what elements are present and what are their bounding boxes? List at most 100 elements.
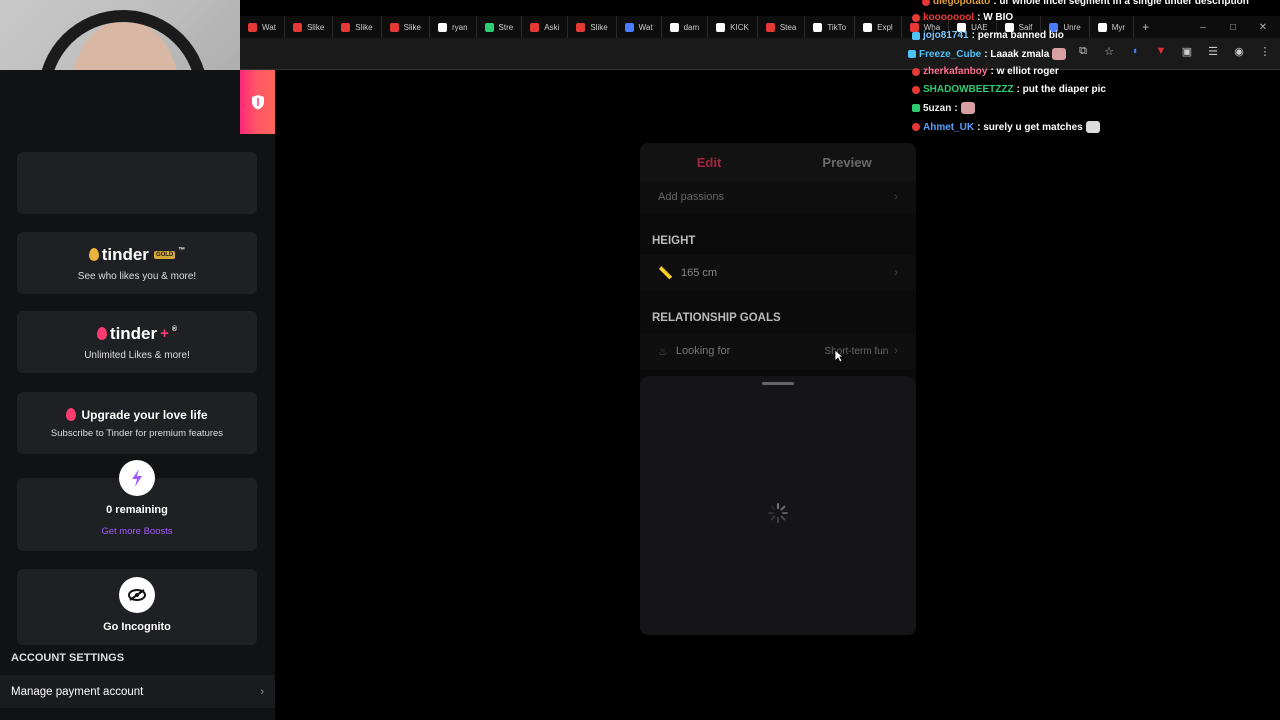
tab-title: Stea <box>779 22 797 32</box>
browser-tab[interactable]: Wat <box>240 16 285 38</box>
chat-username: 5uzan <box>923 102 952 114</box>
upgrade-card[interactable]: Upgrade your love life Subscribe to Tind… <box>17 392 257 454</box>
tinder-plus-card[interactable]: tinder + ® Unlimited Likes & more! <box>17 311 257 373</box>
height-row[interactable]: 📏 165 cm › <box>640 255 916 291</box>
tab-title: Slike <box>403 22 421 32</box>
looking-for-label: Looking for <box>675 345 731 357</box>
browser-tab[interactable]: ryan <box>430 16 477 38</box>
ruler-icon: 📏 <box>658 266 673 280</box>
red-flame-icon <box>96 327 107 340</box>
profile-editor: Edit Preview Add passions › HEIGHT 📏 165… <box>640 143 916 635</box>
browser-tab[interactable]: Stea <box>758 16 806 38</box>
tab-title: ryan <box>451 22 468 32</box>
browser-tab[interactable]: Slike <box>382 16 430 38</box>
tab-title: KICK <box>730 22 749 32</box>
chat-badge-icon <box>912 85 920 94</box>
browser-tab[interactable]: dam <box>662 16 709 38</box>
chat-message: zherkafanboy: w elliot roger <box>912 66 1059 77</box>
chat-badge-icon <box>922 0 930 6</box>
tab-favicon-icon <box>341 22 351 32</box>
tab-title: Wat <box>638 22 653 32</box>
registered-mark: ® <box>171 326 178 333</box>
chat-badge-icon <box>908 50 916 58</box>
looking-for-row[interactable]: ♨ Looking for Short-term fun › <box>640 333 916 369</box>
chat-message: Ahmet_UK: surely u get matches <box>912 121 1100 133</box>
looking-for-icon: ♨ <box>658 345 668 358</box>
chat-username: Freeze_Cube <box>919 48 982 60</box>
tinder-gold-card[interactable]: tinder GOLD ™ See who likes you & more! <box>17 232 257 294</box>
tab-favicon-icon <box>813 22 823 32</box>
chat-text: : W BIO <box>977 12 1014 23</box>
chat-badge-icon <box>912 13 920 22</box>
tab-title: Slike <box>355 22 373 32</box>
tinder-gold-logo: tinder GOLD ™ <box>88 244 186 265</box>
tab-favicon-icon <box>863 22 873 32</box>
brand-text: tinder <box>101 244 149 264</box>
chat-message: diegopotato: ur whole incel segment in a… <box>922 0 1249 7</box>
chat-username: jojo81741 <box>923 30 969 41</box>
chat-text: : Laaak zmala <box>984 48 1050 60</box>
browser-tab[interactable]: Slike <box>285 16 334 38</box>
chat-username: SHADOWBEETZZZ <box>923 84 1014 95</box>
tab-title: dam <box>683 22 700 32</box>
bottom-sheet <box>640 376 916 635</box>
chevron-right-icon: › <box>894 191 898 203</box>
chat-username: zherkafanboy <box>923 66 988 77</box>
browser-tab[interactable]: Aski <box>522 16 569 38</box>
mouse-cursor-icon <box>834 349 844 363</box>
add-passions-row[interactable]: Add passions › <box>640 181 916 213</box>
manage-payment-label: Manage payment account <box>11 685 144 698</box>
chat-message: SHADOWBEETZZZ: put the diaper pic <box>912 84 1106 95</box>
tab-favicon-icon <box>716 22 726 32</box>
go-incognito-label: Go Incognito <box>103 621 171 633</box>
tab-favicon-icon <box>669 22 679 32</box>
browser-tab[interactable]: Slike <box>568 16 617 38</box>
browser-tab[interactable]: KICK <box>708 16 758 38</box>
boost-icon <box>119 460 155 496</box>
chat-emote-icon <box>1052 48 1067 60</box>
browser-tab[interactable]: Slike <box>333 16 382 38</box>
tab-favicon-icon <box>292 22 302 32</box>
tab-favicon-icon <box>484 22 494 32</box>
add-passions-label: Add passions <box>658 191 725 203</box>
tinder-plus-logo: tinder + ® <box>96 323 178 344</box>
manage-payment-row[interactable]: Manage payment account › <box>0 675 275 708</box>
chevron-right-icon: › <box>894 267 898 279</box>
profile-card-placeholder <box>17 152 257 214</box>
chat-emote-icon <box>1085 121 1100 133</box>
red-flame-icon <box>66 408 77 421</box>
get-more-boosts-link[interactable]: Get more Boosts <box>101 526 172 537</box>
shield-icon <box>251 95 264 110</box>
loading-spinner-icon <box>768 503 788 523</box>
chat-message: koooooool: W BIO <box>912 12 1013 23</box>
chat-text: : perma banned bio <box>971 30 1064 41</box>
tab-preview[interactable]: Preview <box>778 143 916 181</box>
tab-favicon-icon <box>624 22 634 32</box>
chat-message: jojo81741: perma banned bio <box>912 30 1064 41</box>
tab-favicon-icon <box>248 22 257 32</box>
sidebar-header-strip[interactable] <box>240 70 275 134</box>
chat-badge-icon <box>912 104 920 112</box>
height-section-header: HEIGHT <box>652 235 696 247</box>
account-settings-header: ACCOUNT SETTINGS <box>11 652 125 664</box>
browser-tab[interactable]: Wat <box>617 16 662 38</box>
chat-username: koooooool <box>923 12 975 23</box>
sheet-drag-handle[interactable] <box>762 382 794 385</box>
chat-badge-icon <box>912 31 920 40</box>
browser-tab[interactable]: TikTo <box>805 16 856 38</box>
tab-title: Aski <box>544 22 560 32</box>
trademark: ™ <box>178 247 186 254</box>
relationship-goals-header: RELATIONSHIP GOALS <box>652 312 781 324</box>
brand-text: tinder <box>109 323 158 343</box>
tinder-plus-subtitle: Unlimited Likes & more! <box>84 349 190 361</box>
tab-title: Slike <box>590 22 608 32</box>
browser-tab[interactable]: Stre <box>477 16 523 38</box>
tab-favicon-icon <box>437 22 447 32</box>
chat-message: 5uzan: <box>912 102 975 114</box>
browser-tab[interactable]: Expl <box>855 16 902 38</box>
tab-favicon-icon <box>765 22 775 32</box>
upgrade-title-line: Upgrade your love life <box>66 408 208 422</box>
stream-chat-overlay: diegopotato: ur whole incel segment in a… <box>908 0 1280 140</box>
tab-edit[interactable]: Edit <box>640 143 778 181</box>
chevron-right-icon: › <box>260 685 264 698</box>
